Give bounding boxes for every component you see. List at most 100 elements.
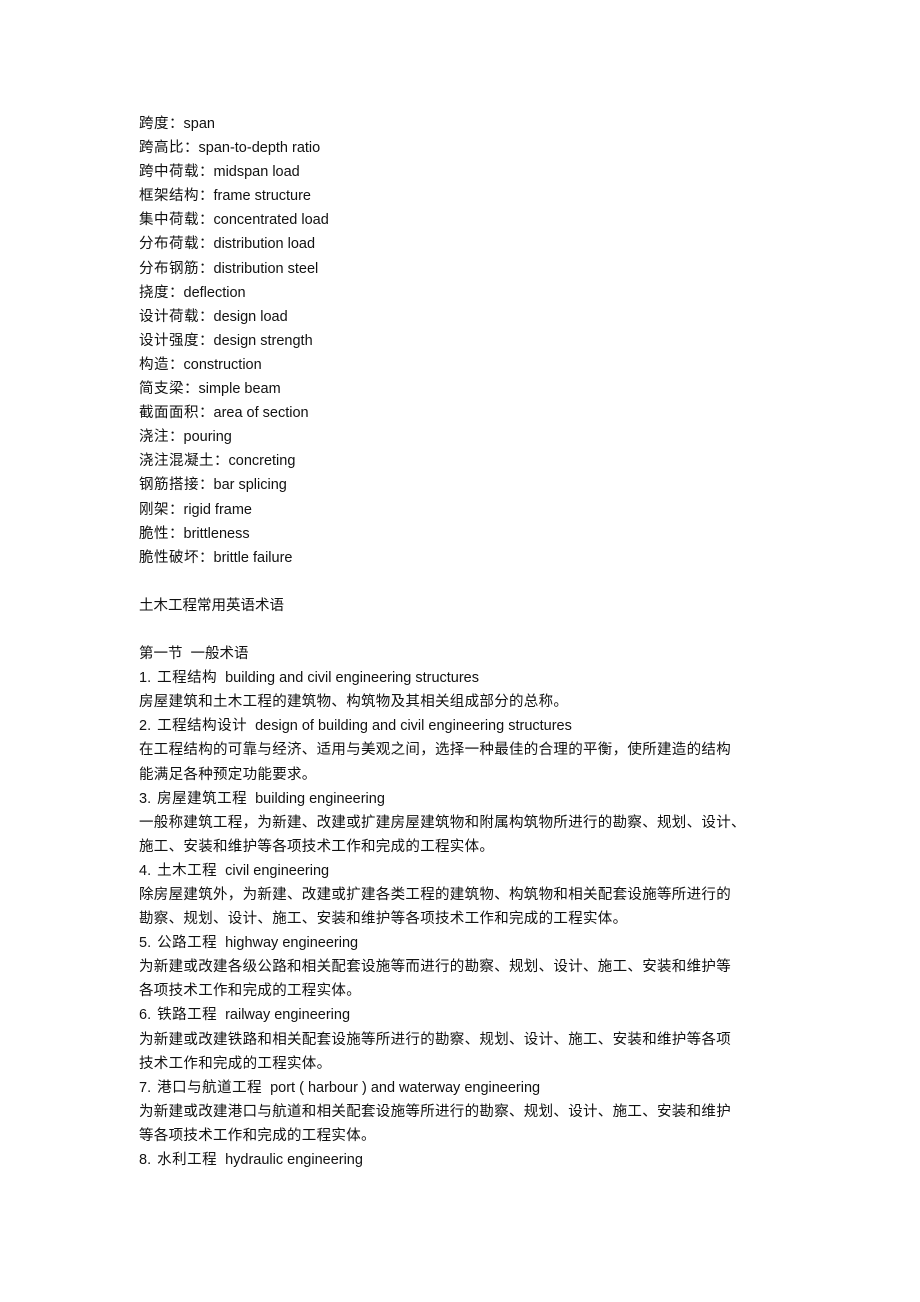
glossary-separator: ：	[169, 284, 184, 301]
glossary-entry: 浇注：pouring	[139, 425, 789, 449]
glossary-term-en: concreting	[228, 453, 296, 470]
glossary-term-zh: 截面面积	[139, 405, 199, 422]
glossary-term-en: design load	[213, 308, 288, 325]
glossary-term-zh: 框架结构	[139, 188, 199, 205]
glossary-term-zh: 设计强度	[139, 332, 199, 349]
glossary-list: 跨度：span 跨高比：span-to-depth ratio 跨中荷载：midsp…	[139, 112, 789, 570]
glossary-term-zh: 浇注	[139, 429, 169, 446]
glossary-entry: 跨中荷载：midspan load	[139, 160, 789, 184]
glossary-term-en: span-to-depth ratio	[198, 140, 321, 157]
term-heading: 3. 房屋建筑工程 building engineering	[139, 787, 789, 811]
glossary-entry: 分布荷载：distribution load	[139, 232, 789, 256]
term-number: 5.	[139, 935, 152, 952]
term-en: highway engineering	[225, 935, 359, 952]
glossary-entry: 框架结构：frame structure	[139, 184, 789, 208]
glossary-entry: 设计荷载：design load	[139, 305, 789, 329]
term-description: 各项技术工作和完成的工程实体。	[139, 983, 361, 1000]
glossary-term-en: area of section	[213, 405, 309, 422]
glossary-entry: 钢筋搭接：bar splicing	[139, 473, 789, 497]
glossary-term-zh: 脆性	[139, 525, 169, 542]
term-heading: 7. 港口与航道工程 port ( harbour ) and waterway e…	[139, 1076, 789, 1100]
glossary-term-en: brittle failure	[213, 549, 293, 566]
glossary-term-zh: 分布钢筋	[139, 260, 199, 277]
term-description: 施工、安装和维护等各项技术工作和完成的工程实体。	[139, 838, 495, 855]
glossary-separator: ：	[199, 405, 214, 422]
term-number: 3.	[139, 790, 152, 807]
term-description: 技术工作和完成的工程实体。	[139, 1055, 332, 1072]
section-title: 第一节 一般术语	[139, 646, 249, 663]
glossary-entry: 浇注混凝土：concreting	[139, 449, 789, 473]
glossary-term-en: concentrated load	[213, 212, 329, 229]
term-number: 6.	[139, 1007, 152, 1024]
glossary-term-zh: 刚架	[139, 501, 169, 518]
glossary-term-zh: 跨高比	[139, 140, 184, 157]
glossary-term-en: frame structure	[213, 188, 312, 205]
glossary-term-zh: 简支梁	[139, 381, 184, 398]
glossary-entry: 刚架：rigid frame	[139, 498, 789, 522]
glossary-entry: 跨高比：span-to-depth ratio	[139, 136, 789, 160]
term-description: 房屋建筑和土木工程的建筑物、构筑物及其相关组成部分的总称。	[139, 694, 569, 711]
glossary-entry: 设计强度：design strength	[139, 329, 789, 353]
term-description: 能满足各种预定功能要求。	[139, 766, 317, 783]
term-heading: 2. 工程结构设计 design of building and civil eng…	[139, 714, 789, 738]
glossary-separator: ：	[169, 429, 184, 446]
glossary-term-en: distribution load	[213, 236, 316, 253]
glossary-separator: ：	[199, 212, 214, 229]
glossary-entry: 构造：construction	[139, 353, 789, 377]
glossary-term-zh: 脆性破坏	[139, 549, 199, 566]
term-en: building and civil engineering structure…	[225, 670, 479, 687]
document-page: 跨度：span 跨高比：span-to-depth ratio 跨中荷载：midsp…	[139, 112, 789, 1172]
term-description: 勘察、规划、设计、施工、安装和维护等各项技术工作和完成的工程实体。	[139, 911, 628, 928]
glossary-separator: ：	[169, 356, 184, 373]
glossary-entry: 脆性破坏：brittle failure	[139, 546, 789, 570]
glossary-separator: ：	[199, 164, 214, 181]
term-number: 7.	[139, 1079, 152, 1096]
term-number: 1.	[139, 670, 152, 687]
term-en: hydraulic engineering	[225, 1152, 363, 1169]
glossary-entry: 分布钢筋：distribution steel	[139, 257, 789, 281]
glossary-term-en: design strength	[213, 332, 313, 349]
glossary-term-zh: 浇注混凝土	[139, 453, 214, 470]
glossary-term-en: construction	[183, 356, 262, 373]
term-zh: 公路工程	[157, 935, 218, 952]
term-zh: 铁路工程	[157, 1007, 218, 1024]
term-zh: 港口与航道工程	[157, 1079, 263, 1096]
term-description: 为新建或改建各级公路和相关配套设施等而进行的勘察、规划、设计、施工、安装和维护等	[139, 959, 731, 976]
term-en: civil engineering	[225, 862, 330, 879]
term-en: railway engineering	[225, 1007, 351, 1024]
term-zh: 水利工程	[157, 1152, 218, 1169]
term-list: 1. 工程结构 building and civil engineering str…	[139, 666, 789, 1172]
glossary-term-en: simple beam	[198, 381, 281, 398]
term-description: 等各项技术工作和完成的工程实体。	[139, 1127, 376, 1144]
glossary-term-zh: 设计荷载	[139, 308, 199, 325]
glossary-entry: 挠度：deflection	[139, 281, 789, 305]
document-title: 土木工程常用英语术语	[139, 597, 284, 614]
glossary-term-zh: 集中荷载	[139, 212, 199, 229]
glossary-term-en: midspan load	[213, 164, 300, 181]
term-heading: 8. 水利工程 hydraulic engineering	[139, 1148, 789, 1172]
glossary-term-en: bar splicing	[213, 477, 287, 494]
term-description: 一般称建筑工程，为新建、改建或扩建房屋建筑物和附属构筑物所进行的勘察、规划、设计…	[139, 814, 746, 831]
glossary-separator: ：	[184, 140, 199, 157]
term-zh: 工程结构设计	[157, 718, 248, 735]
glossary-separator: ：	[214, 453, 229, 470]
term-en: port ( harbour ) and waterway engineerin…	[270, 1079, 541, 1096]
glossary-term-en: rigid frame	[183, 501, 253, 518]
glossary-separator: ：	[199, 308, 214, 325]
glossary-term-zh: 分布荷载	[139, 236, 199, 253]
glossary-separator: ：	[199, 188, 214, 205]
glossary-entry: 集中荷载：concentrated load	[139, 208, 789, 232]
glossary-entry: 跨度：span	[139, 112, 789, 136]
glossary-term-zh: 挠度	[139, 284, 169, 301]
glossary-term-zh: 构造	[139, 356, 169, 373]
glossary-separator: ：	[199, 549, 214, 566]
glossary-term-en: span	[183, 116, 215, 132]
term-zh: 房屋建筑工程	[157, 790, 248, 807]
glossary-term-en: brittleness	[183, 525, 250, 542]
glossary-separator: ：	[199, 332, 214, 349]
glossary-term-en: deflection	[183, 284, 246, 301]
glossary-term-en: pouring	[183, 429, 232, 446]
term-heading: 6. 铁路工程 railway engineering	[139, 1003, 789, 1027]
